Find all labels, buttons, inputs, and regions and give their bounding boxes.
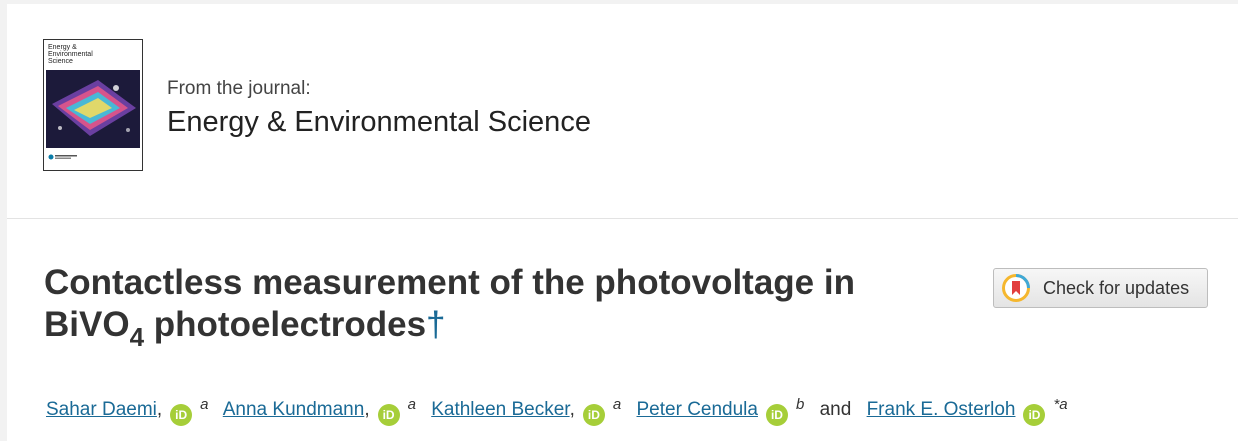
author-item: Frank E. Osterloh iD *a — [867, 396, 1078, 426]
authors-conjunction: and — [819, 399, 852, 420]
author-name-link[interactable]: Kathleen Becker — [431, 399, 569, 420]
author-name-link[interactable]: Anna Kundmann — [223, 399, 365, 420]
publisher-logo — [48, 154, 77, 160]
cover-artwork — [46, 70, 140, 148]
author-name-link[interactable]: Peter Cendula — [637, 399, 758, 420]
journal-header: Energy & Environmental Science From the … — [7, 4, 1238, 218]
journal-cover-image[interactable]: Energy & Environmental Science — [43, 39, 143, 171]
check-for-updates-label: Check for updates — [1043, 277, 1190, 298]
author-separator: , — [364, 399, 370, 420]
cover-title: Energy & Environmental Science — [48, 44, 93, 65]
footnote-marker[interactable]: † — [426, 305, 445, 344]
orcid-icon[interactable]: iD — [377, 404, 400, 426]
page-left-edge — [0, 0, 7, 441]
author-name-link[interactable]: Frank E. Osterloh — [867, 399, 1016, 420]
orcid-icon[interactable]: iD — [1023, 404, 1046, 426]
author-list: Sahar Daemi, iD a Anna Kundmann, iD a Kathle… — [46, 392, 1078, 426]
author-item: Kathleen Becker, iD a — [431, 396, 631, 426]
crossmark-icon — [1002, 274, 1030, 302]
author-item: Anna Kundmann, iD a — [223, 396, 426, 426]
journal-info: From the journal: Energy & Environmental… — [167, 78, 591, 139]
affiliation-marker[interactable]: *a — [1053, 396, 1067, 413]
orcid-icon[interactable]: iD — [582, 404, 605, 426]
title-line-1: Contactless measurement of the photovolt… — [44, 263, 855, 302]
affiliation-marker[interactable]: a — [200, 396, 208, 413]
affiliation-marker[interactable]: a — [408, 396, 416, 413]
header-divider — [7, 218, 1238, 219]
orcid-icon[interactable]: iD — [170, 404, 193, 426]
from-journal-label: From the journal: — [167, 78, 311, 99]
article-title: Contactless measurement of the photovolt… — [44, 262, 944, 350]
affiliation-marker[interactable]: b — [796, 396, 804, 413]
author-separator: , — [156, 399, 163, 420]
title-line-2: photoelectrodes — [144, 305, 427, 344]
author-item: Sahar Daemi, iD a — [46, 396, 219, 426]
title-formula: BiVO — [44, 305, 130, 344]
check-for-updates-button[interactable]: Check for updates — [993, 268, 1208, 308]
author-separator: , — [569, 399, 575, 420]
author-item: Peter Cendula iD b — [637, 396, 815, 426]
orcid-icon[interactable]: iD — [765, 404, 788, 426]
affiliation-marker[interactable]: a — [613, 396, 621, 413]
author-name-link[interactable]: Sahar Daemi — [46, 399, 157, 420]
title-subscript: 4 — [129, 322, 145, 352]
journal-name[interactable]: Energy & Environmental Science — [167, 105, 591, 139]
